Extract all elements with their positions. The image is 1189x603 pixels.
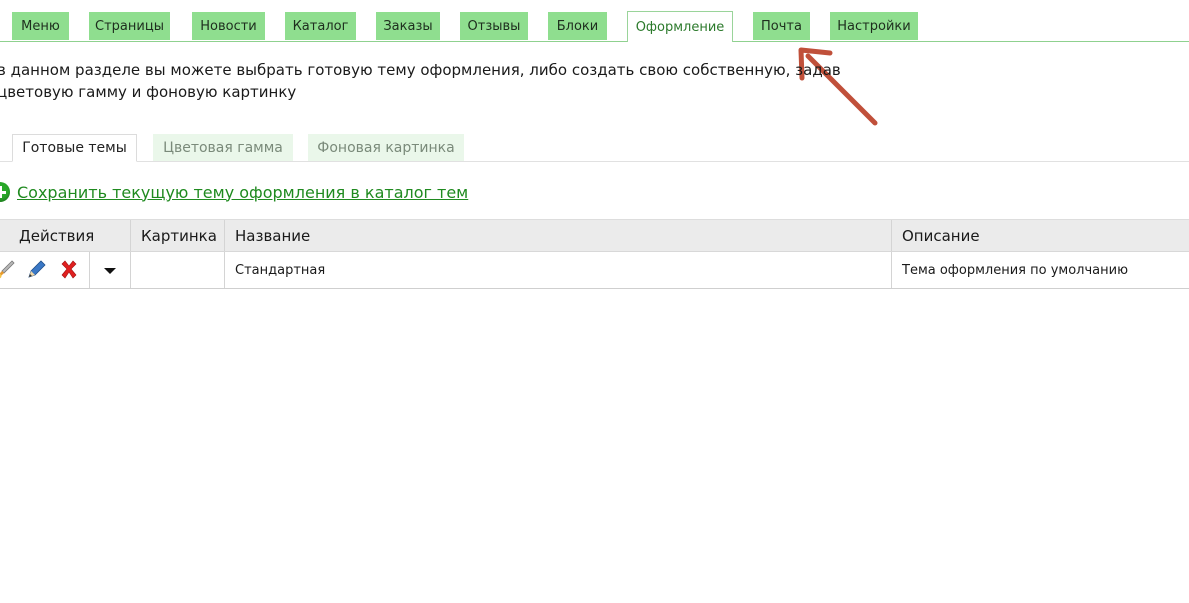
description-line-1: в данном разделе вы можете выбрать готов… — [0, 61, 841, 79]
header-actions: Действия — [19, 226, 95, 245]
tab-catalog[interactable]: Каталог — [285, 12, 356, 40]
apply-theme-icon[interactable] — [0, 259, 16, 281]
table-row[interactable]: Стандартная Тема оформления по умолчанию — [0, 252, 1189, 289]
tab-menu[interactable]: Меню — [12, 12, 69, 40]
tab-blocks[interactable]: Блоки — [548, 12, 607, 40]
save-theme-action[interactable]: Сохранить текущую тему оформления в ката… — [0, 180, 468, 204]
save-theme-link[interactable]: Сохранить текущую тему оформления в ката… — [17, 183, 468, 202]
header-image: Картинка — [141, 226, 217, 245]
header-name: Название — [235, 226, 311, 245]
description-line-2: цветовую гамму и фоновую картинку — [0, 83, 297, 101]
design-subtabs: Готовые темы Цветовая гамма Фоновая карт… — [0, 134, 1189, 162]
themes-table: Действия Картинка Название Описание Стан… — [0, 219, 1189, 289]
tab-reviews[interactable]: Отзывы — [460, 12, 528, 40]
chevron-down-icon[interactable] — [104, 268, 116, 274]
tab-orders[interactable]: Заказы — [376, 12, 440, 40]
tab-design[interactable]: Оформление — [627, 11, 733, 42]
header-description: Описание — [902, 226, 980, 245]
row-description: Тема оформления по умолчанию — [902, 262, 1129, 278]
edit-pencil-icon[interactable] — [25, 259, 47, 281]
table-header: Действия Картинка Название Описание — [0, 219, 1189, 252]
delete-icon[interactable] — [58, 259, 80, 281]
add-icon[interactable] — [0, 182, 10, 202]
tab-pages[interactable]: Страницы — [89, 12, 170, 40]
subtab-color-scheme[interactable]: Цветовая гамма — [153, 134, 293, 161]
tab-news[interactable]: Новости — [192, 12, 265, 40]
section-description: в данном разделе вы можете выбрать готов… — [0, 59, 841, 103]
subtab-ready-themes[interactable]: Готовые темы — [12, 134, 137, 162]
tab-settings[interactable]: Настройки — [830, 12, 918, 40]
subtab-background-image[interactable]: Фоновая картинка — [308, 134, 464, 161]
tab-mail[interactable]: Почта — [753, 12, 810, 40]
row-name: Стандартная — [235, 262, 326, 278]
main-nav: Меню Страницы Новости Каталог Заказы Отз… — [0, 0, 1189, 42]
